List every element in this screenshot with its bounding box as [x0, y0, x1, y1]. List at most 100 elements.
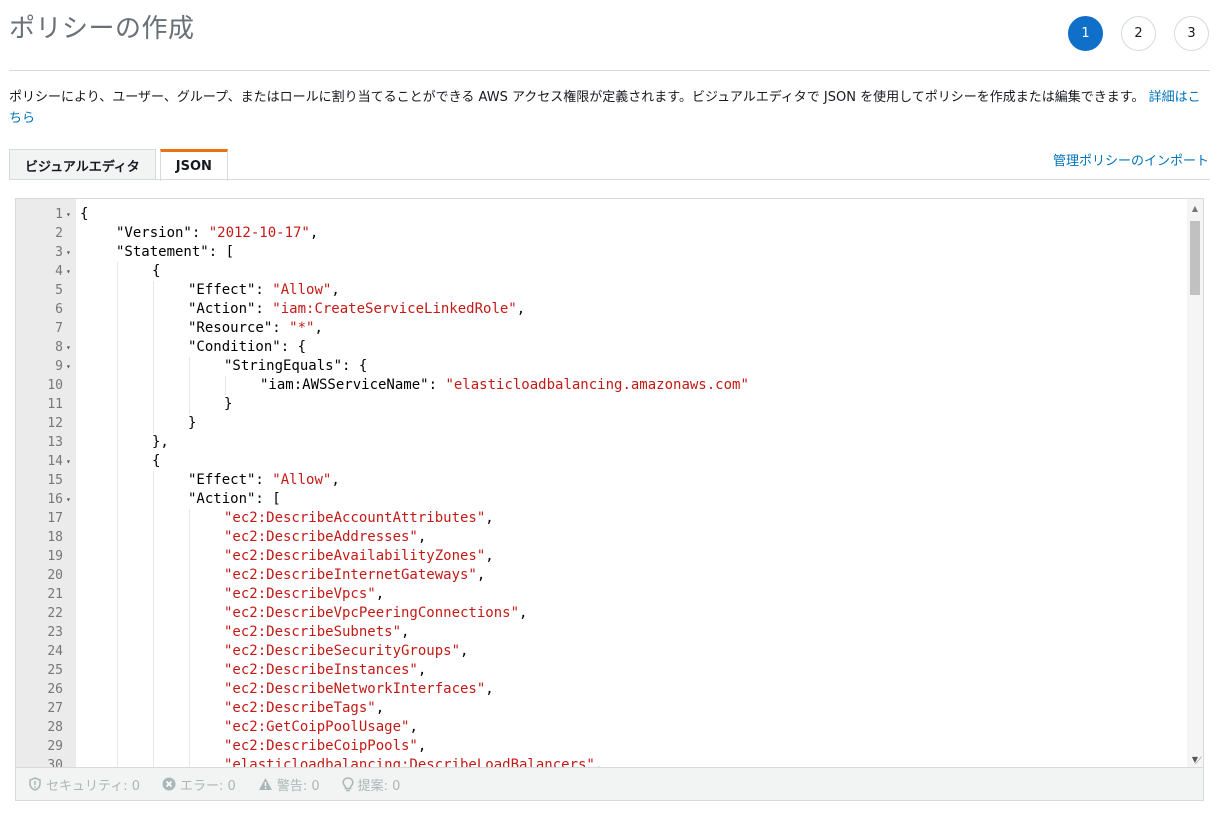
code-line[interactable]: 15 "Effect": "Allow",: [16, 471, 1203, 490]
code-line[interactable]: 14 ▾ {: [16, 452, 1203, 471]
indent-guide: [189, 718, 190, 737]
indent-guide: [153, 604, 154, 623]
indent-guide: [117, 395, 118, 414]
fold-toggle-icon[interactable]: ▾: [66, 243, 71, 262]
code-token: ,: [314, 320, 323, 336]
code-line[interactable]: 28 "ec2:GetCoipPoolUsage",: [16, 718, 1203, 737]
code-line[interactable]: 22 "ec2:DescribeVpcPeeringConnections",: [16, 604, 1203, 623]
code-line[interactable]: 20 "ec2:DescribeInternetGateways",: [16, 566, 1203, 585]
fold-toggle-icon[interactable]: ▾: [66, 452, 71, 471]
code-line[interactable]: 23 "ec2:DescribeSubnets",: [16, 623, 1203, 642]
code-line[interactable]: 1 ▾ {: [16, 205, 1203, 224]
line-number: 11: [47, 397, 63, 412]
fold-toggle-icon[interactable]: ▾: [66, 205, 71, 224]
step-1[interactable]: 1: [1068, 16, 1103, 51]
code-line[interactable]: 10 "iam:AWSServiceName": "elasticloadbala…: [16, 376, 1203, 395]
string-token: "elasticloadbalancing.amazonaws.com": [445, 377, 749, 393]
code-token: ,: [485, 548, 494, 564]
code-line[interactable]: 6 "Action": "iam:CreateServiceLinkedRole"…: [16, 300, 1203, 319]
string-token: "*": [289, 320, 315, 336]
code-line[interactable]: 5 "Effect": "Allow",: [16, 281, 1203, 300]
code-token: "Statement": [: [116, 244, 235, 260]
code-line[interactable]: 11}: [16, 395, 1203, 414]
warning-status[interactable]: 警告: 0: [258, 775, 320, 794]
code-line[interactable]: 29 "ec2:DescribeCoipPools",: [16, 737, 1203, 756]
code-token: "Resource":: [188, 320, 290, 336]
suggestion-status[interactable]: 提案: 0: [342, 775, 400, 794]
code-token: "Version":: [116, 225, 209, 241]
code-line[interactable]: 12}: [16, 414, 1203, 433]
indent-guide: [189, 623, 190, 642]
indent-guide: [189, 642, 190, 661]
line-number: 13: [47, 435, 63, 450]
line-number: 14: [47, 454, 63, 469]
divider: [9, 70, 1210, 71]
code-line[interactable]: 30 "elasticloadbalancing:DescribeLoadBala…: [16, 756, 1203, 767]
code-line[interactable]: 25 "ec2:DescribeInstances",: [16, 661, 1203, 680]
code-token: ,: [375, 586, 385, 602]
string-token: "ec2:DescribeInternetGateways": [224, 567, 477, 583]
step-3[interactable]: 3: [1174, 16, 1209, 51]
code-line[interactable]: 7 "Resource": "*",: [16, 319, 1203, 338]
code-token: "Action":: [188, 301, 273, 317]
import-managed-policy-link[interactable]: 管理ポリシーのインポート: [1053, 150, 1209, 169]
editor-scrollbar[interactable]: ▲ ▼: [1187, 199, 1203, 767]
indent-guide: [117, 528, 118, 547]
code-line[interactable]: 16 ▾ "Action": [: [16, 490, 1203, 509]
code-line[interactable]: 21 "ec2:DescribeVpcs",: [16, 585, 1203, 604]
fold-toggle-icon[interactable]: ▾: [66, 338, 71, 357]
code-line[interactable]: 27 "ec2:DescribeTags",: [16, 699, 1203, 718]
validation-status-bar: セキュリティ: 0 エラー: 0 警告: 0 提案: 0: [15, 768, 1204, 801]
code-line[interactable]: 17 "ec2:DescribeAccountAttributes",: [16, 509, 1203, 528]
indent-guide: [117, 566, 118, 585]
error-status[interactable]: エラー: 0: [162, 775, 236, 794]
code-line[interactable]: 18 "ec2:DescribeAddresses",: [16, 528, 1203, 547]
fold-toggle-icon[interactable]: ▾: [66, 262, 71, 281]
code-token: ,: [460, 643, 469, 659]
line-number: 17: [47, 511, 63, 526]
indent-guide: [153, 547, 154, 566]
code-line[interactable]: 2 "Version": "2012-10-17",: [16, 224, 1203, 243]
scroll-up-icon[interactable]: ▲: [1187, 204, 1203, 213]
indent-guide: [117, 509, 118, 528]
step-2[interactable]: 2: [1121, 16, 1156, 51]
string-token: "Allow": [272, 282, 332, 298]
fold-toggle-icon[interactable]: ▾: [66, 357, 71, 376]
code-line[interactable]: 4 ▾ {: [16, 262, 1203, 281]
code-token: ,: [417, 738, 427, 754]
code-line[interactable]: 19 "ec2:DescribeAvailabilityZones",: [16, 547, 1203, 566]
code-line[interactable]: 13},: [16, 433, 1203, 452]
string-token: "ec2:DescribeSecurityGroups": [224, 643, 461, 659]
code-token: ,: [401, 624, 410, 640]
indent-guide: [189, 547, 190, 566]
indent-guide: [153, 566, 154, 585]
fold-toggle-icon[interactable]: ▾: [66, 490, 71, 509]
resize-handle-icon[interactable]: ⟋: [1195, 756, 1202, 767]
code-text: "ec2:DescribeInternetGateways",: [224, 566, 485, 585]
line-number: 23: [47, 625, 63, 640]
line-number: 4: [55, 264, 63, 279]
tab-visual-editor[interactable]: ビジュアルエディタ: [9, 149, 156, 180]
code-token: ,: [331, 282, 340, 298]
line-number: 2: [55, 226, 63, 241]
json-editor[interactable]: 1 ▾{2 "Version": "2012-10-17", 3 ▾ "Statement…: [15, 198, 1204, 768]
code-token: ,: [417, 662, 427, 678]
line-number: 12: [47, 416, 63, 431]
indent-guide: [117, 756, 118, 767]
line-number: 3: [55, 245, 63, 260]
line-number: 27: [47, 701, 63, 716]
indent-guide: [189, 395, 190, 414]
code-text: "ec2:DescribeTags",: [224, 699, 384, 718]
code-line[interactable]: 9 ▾ "StringEquals": {: [16, 357, 1203, 376]
code-line[interactable]: 26 "ec2:DescribeNetworkInterfaces",: [16, 680, 1203, 699]
code-line[interactable]: 3 ▾ "Statement": [: [16, 243, 1203, 262]
code-token: ,: [309, 225, 319, 241]
code-line[interactable]: 8 ▾ "Condition": {: [16, 338, 1203, 357]
scrollbar-thumb[interactable]: [1190, 221, 1200, 295]
tab-json[interactable]: JSON: [159, 149, 228, 181]
code-token: "StringEquals": {: [224, 358, 368, 374]
code-text: "ec2:DescribeNetworkInterfaces",: [224, 680, 494, 699]
security-status[interactable]: セキュリティ: 0: [28, 775, 140, 794]
code-line[interactable]: 24 "ec2:DescribeSecurityGroups",: [16, 642, 1203, 661]
indent-guide: [117, 433, 118, 452]
